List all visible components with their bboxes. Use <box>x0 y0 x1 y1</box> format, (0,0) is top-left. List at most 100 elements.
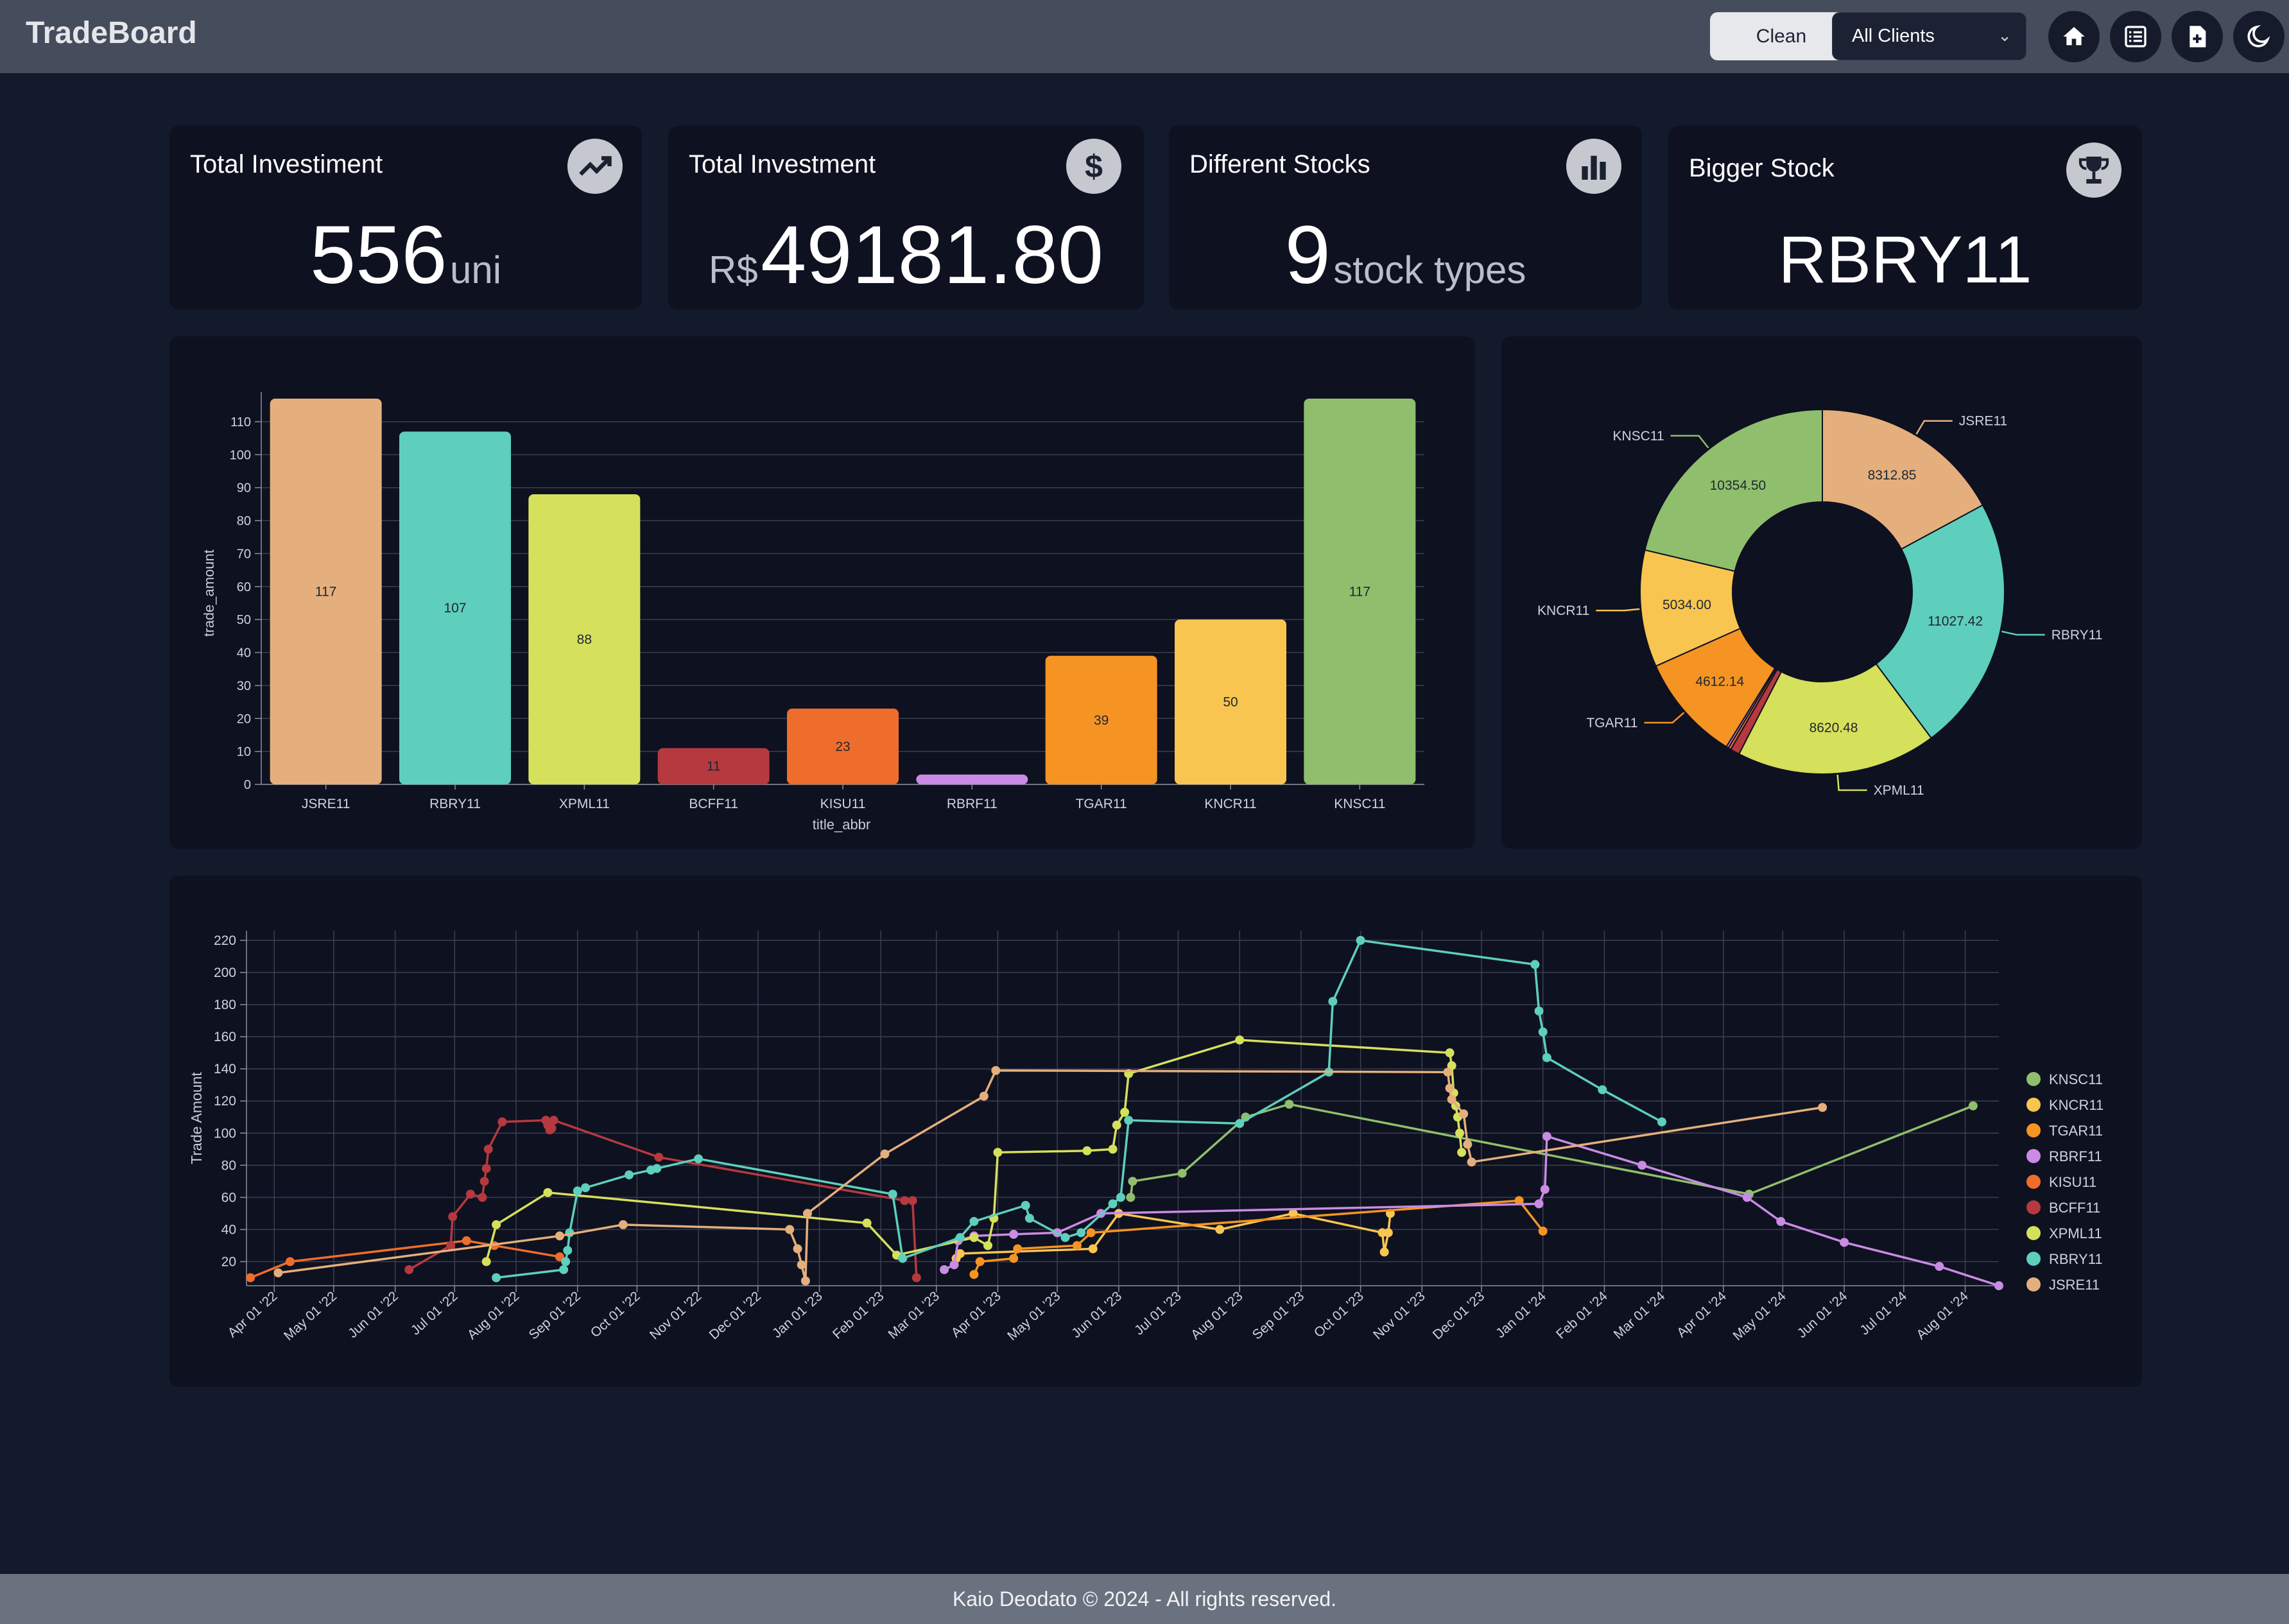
line-point-KNSC11[interactable] <box>1128 1177 1137 1186</box>
line-point-RBRY11[interactable] <box>573 1186 582 1196</box>
line-point-JSRE11[interactable] <box>1818 1103 1827 1112</box>
line-point-RBRY11[interactable] <box>625 1170 634 1180</box>
line-point-RBRY11[interactable] <box>1538 1027 1548 1037</box>
legend-label-RBRF11[interactable]: RBRF11 <box>2049 1148 2102 1164</box>
line-point-KNCR11[interactable] <box>1383 1228 1393 1238</box>
line-point-XPML11[interactable] <box>969 1232 979 1242</box>
line-point-JSRE11[interactable] <box>800 1276 810 1286</box>
line-point-RBRY11[interactable] <box>955 1232 965 1242</box>
legend-label-KNCR11[interactable]: KNCR11 <box>2049 1097 2103 1113</box>
line-point-XPML11[interactable] <box>983 1241 992 1250</box>
line-point-RBRF11[interactable] <box>1534 1199 1544 1209</box>
line-point-RBRY11[interactable] <box>1021 1200 1030 1210</box>
line-point-BCFF11[interactable] <box>549 1116 558 1125</box>
line-point-BCFF11[interactable] <box>908 1196 917 1205</box>
line-point-JSRE11[interactable] <box>797 1260 806 1270</box>
line-point-RBRF11[interactable] <box>1776 1216 1786 1226</box>
line-point-RBRY11[interactable] <box>1235 1119 1245 1128</box>
line-point-RBRY11[interactable] <box>1076 1228 1086 1238</box>
line-point-RBRY11[interactable] <box>1356 936 1365 946</box>
line-point-JSRE11[interactable] <box>1447 1094 1456 1104</box>
line-point-TGAR11[interactable] <box>1072 1241 1082 1250</box>
line-point-RBRY11[interactable] <box>1530 960 1540 969</box>
line-point-XPML11[interactable] <box>862 1218 872 1228</box>
legend-label-KISU11[interactable]: KISU11 <box>2049 1174 2096 1190</box>
line-point-BCFF11[interactable] <box>483 1145 493 1154</box>
line-point-XPML11[interactable] <box>543 1188 553 1197</box>
line-point-KISU11[interactable] <box>285 1257 295 1266</box>
line-point-XPML11[interactable] <box>492 1220 501 1229</box>
line-point-RBRF11[interactable] <box>940 1265 949 1274</box>
line-point-BCFF11[interactable] <box>911 1273 921 1283</box>
line-point-XPML11[interactable] <box>1445 1048 1455 1058</box>
bar-RBRF11[interactable] <box>916 774 1028 784</box>
line-point-JSRE11[interactable] <box>785 1225 795 1234</box>
line-point-XPML11[interactable] <box>1120 1107 1130 1117</box>
line-point-JSRE11[interactable] <box>1459 1109 1469 1119</box>
line-point-BCFF11[interactable] <box>497 1117 507 1127</box>
line-point-JSRE11[interactable] <box>1463 1139 1473 1149</box>
line-point-XPML11[interactable] <box>1112 1120 1121 1130</box>
legend-swatch-TGAR11[interactable] <box>2026 1123 2041 1137</box>
home-button[interactable] <box>2048 11 2100 62</box>
legend-label-KNSC11[interactable]: KNSC11 <box>2049 1071 2103 1087</box>
line-point-RBRY11[interactable] <box>561 1257 571 1266</box>
legend-swatch-KISU11[interactable] <box>2026 1175 2041 1189</box>
line-point-RBRY11[interactable] <box>888 1189 897 1199</box>
line-point-XPML11[interactable] <box>1108 1145 1118 1154</box>
line-point-RBRF11[interactable] <box>949 1260 959 1270</box>
line-point-RBRY11[interactable] <box>1328 997 1338 1006</box>
line-point-BCFF11[interactable] <box>404 1265 414 1274</box>
legend-label-RBRY11[interactable]: RBRY11 <box>2049 1251 2103 1267</box>
line-point-RBRF11[interactable] <box>1994 1281 2003 1290</box>
line-point-BCFF11[interactable] <box>478 1193 487 1202</box>
legend-swatch-KNCR11[interactable] <box>2026 1098 2041 1112</box>
line-point-RBRY11[interactable] <box>1116 1193 1125 1202</box>
line-point-JSRE11[interactable] <box>1445 1084 1455 1093</box>
line-point-RBRF11[interactable] <box>1540 1184 1550 1194</box>
line-point-XPML11[interactable] <box>993 1148 1003 1157</box>
line-point-TGAR11[interactable] <box>969 1270 979 1279</box>
line-point-XPML11[interactable] <box>481 1257 491 1266</box>
line-point-RBRF11[interactable] <box>1637 1161 1647 1170</box>
line-point-RBRY11[interactable] <box>1657 1117 1666 1127</box>
line-point-RBRY11[interactable] <box>1024 1213 1034 1223</box>
line-point-KNSC11[interactable] <box>1968 1101 1978 1110</box>
line-point-RBRY11[interactable] <box>694 1154 704 1164</box>
line-point-KNSC11[interactable] <box>1177 1168 1187 1178</box>
line-point-KNSC11[interactable] <box>1284 1100 1294 1109</box>
line-point-XPML11[interactable] <box>1082 1146 1092 1155</box>
line-point-KNCR11[interactable] <box>1379 1247 1389 1257</box>
line-point-JSRE11[interactable] <box>618 1220 628 1229</box>
line-point-TGAR11[interactable] <box>1086 1228 1096 1238</box>
line-series-XPML11[interactable] <box>485 1039 1463 1262</box>
line-point-BCFF11[interactable] <box>654 1152 664 1162</box>
line-point-RBRF11[interactable] <box>1935 1261 1944 1271</box>
legend-swatch-RBRY11[interactable] <box>2026 1252 2041 1266</box>
line-point-BCFF11[interactable] <box>481 1164 491 1173</box>
client-select[interactable]: All Clients ⌄ <box>1832 12 2026 60</box>
line-point-RBRY11[interactable] <box>1534 1006 1544 1016</box>
line-point-RBRF11[interactable] <box>1542 1132 1551 1141</box>
line-series-KISU11[interactable] <box>250 1240 560 1279</box>
line-point-BCFF11[interactable] <box>547 1123 557 1133</box>
line-point-KISU11[interactable] <box>462 1236 471 1245</box>
line-point-KNSC11[interactable] <box>1126 1193 1136 1202</box>
app-title[interactable]: TradeBoard <box>26 15 197 51</box>
line-point-BCFF11[interactable] <box>479 1177 489 1186</box>
list-button[interactable] <box>2110 11 2161 62</box>
line-point-BCFF11[interactable] <box>448 1212 458 1222</box>
theme-toggle-button[interactable] <box>2233 11 2285 62</box>
line-point-JSRE11[interactable] <box>991 1066 1001 1075</box>
line-point-JSRE11[interactable] <box>1467 1157 1476 1167</box>
legend-swatch-KNSC11[interactable] <box>2026 1072 2041 1086</box>
line-point-TGAR11[interactable] <box>1009 1254 1019 1263</box>
line-series-TGAR11[interactable] <box>972 1199 1544 1275</box>
legend-label-XPML11[interactable]: XPML11 <box>2049 1225 2102 1241</box>
line-point-RBRY11[interactable] <box>1108 1199 1118 1209</box>
line-point-RBRY11[interactable] <box>1060 1232 1070 1242</box>
line-point-RBRY11[interactable] <box>898 1254 908 1263</box>
line-point-KISU11[interactable] <box>246 1273 255 1283</box>
line-point-RBRY11[interactable] <box>1598 1085 1607 1094</box>
line-series-KNSC11[interactable] <box>1129 1103 1974 1198</box>
